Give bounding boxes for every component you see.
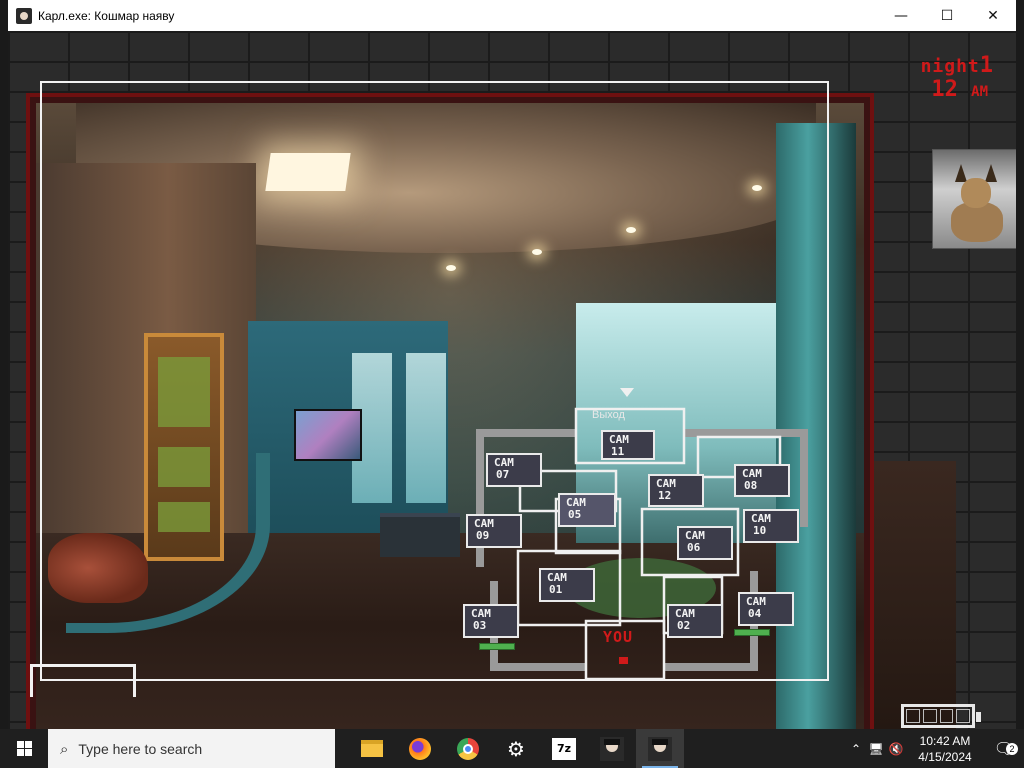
cam-08-button[interactable]: CAM 08 <box>734 464 790 497</box>
cam-number: 08 <box>744 479 758 492</box>
search-placeholder: Type here to search <box>78 740 203 757</box>
cam-number: 12 <box>658 489 672 502</box>
windows-logo-icon <box>16 741 32 756</box>
chevron-up-icon[interactable]: ⌃ <box>846 742 866 756</box>
cam-number: 03 <box>473 619 487 632</box>
cam-09-button[interactable]: CAM 09 <box>466 514 522 548</box>
cam-06-button[interactable]: CAM 06 <box>677 526 733 560</box>
settings-button[interactable]: ⚙ <box>492 729 540 768</box>
cam-01-button[interactable]: CAM 01 <box>539 568 595 602</box>
search-icon: ⌕ <box>60 739 69 758</box>
cam-11-button[interactable]: CAM 11 <box>601 430 655 460</box>
file-explorer-button[interactable] <box>348 729 396 768</box>
player-location-marker <box>619 657 628 664</box>
cam-10-button[interactable]: CAM 10 <box>743 509 799 543</box>
clock-date: 4/15/2024 <box>918 749 972 764</box>
start-button[interactable] <box>0 729 48 768</box>
cam-05-button[interactable]: CAM 05 <box>558 493 616 527</box>
cam-number: 07 <box>496 468 510 481</box>
game-app-button[interactable] <box>588 729 636 768</box>
notification-center-button[interactable]: 🗨 2 <box>984 739 1024 759</box>
battery-cell <box>922 709 937 723</box>
power-battery-indicator <box>901 704 981 728</box>
window-title: Карл.exe: Кошмар наяву <box>38 8 175 23</box>
cam-12-button[interactable]: CAM 12 <box>648 474 704 507</box>
cam-number: 10 <box>753 524 767 537</box>
cam-number: 11 <box>611 445 625 458</box>
firefox-button[interactable] <box>396 729 444 768</box>
map-exit-label: Выход <box>592 409 625 421</box>
settings-gear-icon: ⚙ <box>507 736 525 761</box>
cam-number: 05 <box>568 508 582 521</box>
game-window-icon <box>648 736 672 761</box>
system-tray: ⌃ 🖥 🔇 10:42 AM 4/15/2024 🗨 2 <box>846 729 1024 768</box>
window-titlebar[interactable]: Карл.exe: Кошмар наяву — ☐ ✕ <box>8 0 1016 32</box>
player-location-label: YOU <box>603 628 634 646</box>
7zip-icon: 7z <box>552 737 576 760</box>
cam-number: 02 <box>677 619 691 632</box>
cam-03-status-bar <box>479 643 515 650</box>
chrome-icon <box>457 737 479 760</box>
game-window-button[interactable] <box>636 729 684 768</box>
app-icon <box>16 7 32 24</box>
firefox-icon <box>409 737 431 760</box>
7zip-button[interactable]: 7z <box>540 729 588 768</box>
close-button[interactable]: ✕ <box>970 0 1016 31</box>
taskbar: ⌕ Type here to search ⚙ 7z ⌃ 🖥 🔇 10:42 A… <box>0 729 1024 768</box>
game-viewport[interactable]: night1 12 AM Выход CAM 11 CAM 07 CAM 08 … <box>8 31 1016 729</box>
volume-muted-icon[interactable]: 🔇 <box>886 742 906 756</box>
game-app-icon <box>600 736 624 761</box>
taskbar-clock[interactable]: 10:42 AM 4/15/2024 <box>906 733 984 765</box>
battery-cell <box>939 709 954 723</box>
notification-count-badge: 2 <box>1006 742 1018 755</box>
taskbar-search-box[interactable]: ⌕ Type here to search <box>48 729 335 768</box>
exit-arrow-icon <box>620 388 634 397</box>
file-explorer-icon <box>361 740 383 757</box>
cam-04-button[interactable]: CAM 04 <box>738 592 794 626</box>
battery-cell <box>906 709 920 723</box>
cam-04-status-bar <box>734 629 770 636</box>
maximize-button[interactable]: ☐ <box>924 0 970 31</box>
cam-number: 01 <box>549 583 563 596</box>
cam-number: 04 <box>748 607 762 620</box>
clock-time: 10:42 AM <box>919 733 971 748</box>
cam-02-button[interactable]: CAM 02 <box>667 604 723 638</box>
battery-cell <box>956 709 970 723</box>
cam-03-button[interactable]: CAM 03 <box>463 604 519 638</box>
cam-number: 06 <box>687 541 701 554</box>
cam-07-button[interactable]: CAM 07 <box>486 453 542 487</box>
chrome-button[interactable] <box>444 729 492 768</box>
cam-number: 09 <box>476 529 490 542</box>
network-icon[interactable]: 🖥 <box>866 742 886 756</box>
minimize-button[interactable]: — <box>878 0 924 31</box>
